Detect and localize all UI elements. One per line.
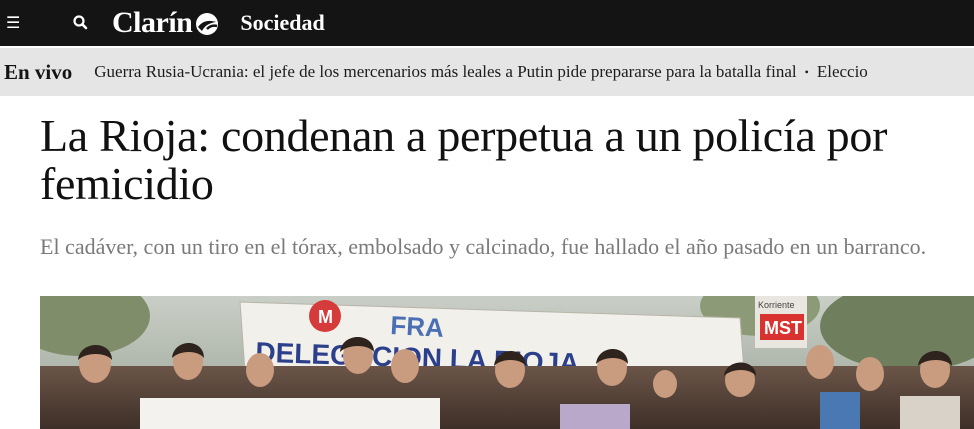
photo-sign-top-text: Korriente	[758, 300, 795, 310]
hamburger-menu-icon[interactable]: ☰	[6, 15, 28, 31]
search-icon[interactable]	[72, 14, 90, 32]
clarin-logo[interactable]: Clarín	[112, 6, 220, 40]
ticker-item[interactable]: Eleccio	[817, 62, 868, 82]
logo-text: Clarín	[112, 6, 193, 39]
live-label[interactable]: En vivo	[4, 60, 72, 85]
article-photo: FRA DELEGACION LA RIOJA M Korriente MST	[40, 296, 974, 429]
article-subtitle: El cadáver, con un tiro en el tórax, emb…	[40, 234, 927, 259]
live-ticker: En vivo Guerra Rusia-Ucrania: el jefe de…	[0, 48, 974, 96]
article-title: La Rioja: condenan a perpetua a un polic…	[40, 110, 888, 209]
ticker-item[interactable]: Guerra Rusia-Ucrania: el jefe de los mer…	[94, 62, 796, 82]
top-navigation-bar: ☰ Clarín Sociedad	[0, 0, 974, 46]
section-link-sociedad[interactable]: Sociedad	[240, 10, 324, 36]
ticker-items: Guerra Rusia-Ucrania: el jefe de los mer…	[94, 62, 868, 82]
svg-text:M: M	[318, 307, 333, 327]
ticker-separator: •	[804, 64, 809, 79]
photo-banner-top-text: FRA	[390, 310, 445, 343]
logo-mark-icon	[196, 13, 219, 35]
photo-sign-main-text: MST	[764, 318, 802, 338]
